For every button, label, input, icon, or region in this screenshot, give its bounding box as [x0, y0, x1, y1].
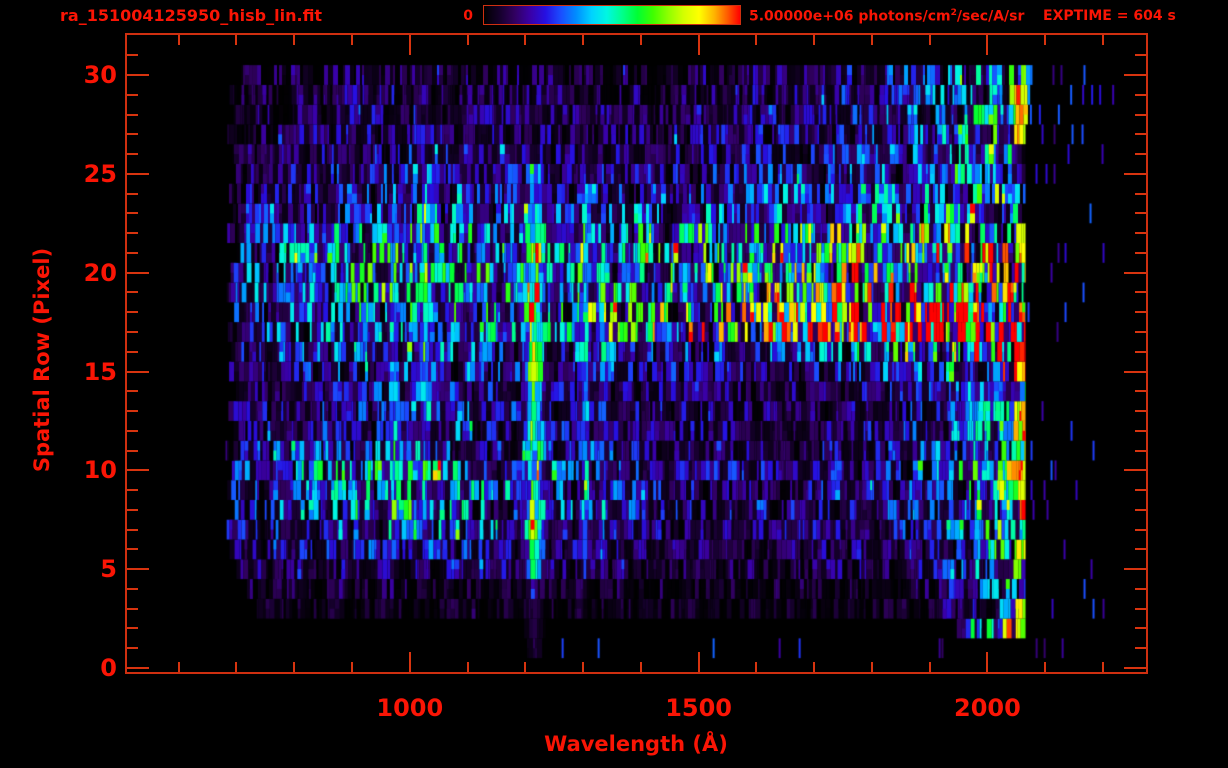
y-tick-label: 25	[37, 160, 117, 188]
colorbar-max-value: 5.00000e+06	[749, 9, 853, 25]
colorbar-max-label: 5.00000e+06 photons/cm2/sec/A/sr	[749, 8, 1024, 25]
x-tick-label: 1500	[665, 694, 732, 722]
spectral-image-viewer: ra_151004125950_hisb_lin.fit 0 5.00000e+…	[0, 0, 1228, 768]
colorbar-units-suffix: /sec/A/sr	[957, 9, 1025, 25]
spectrum-heatmap	[127, 35, 1146, 672]
colorbar-gradient	[483, 5, 741, 25]
exptime-label: EXPTIME = 604 s	[1043, 8, 1176, 24]
y-tick-label: 30	[37, 61, 117, 89]
page-title: ra_151004125950_hisb_lin.fit	[60, 6, 322, 25]
x-tick-label: 2000	[954, 694, 1021, 722]
colorbar-units-prefix: photons/cm	[853, 9, 950, 25]
y-tick-label: 0	[37, 654, 117, 682]
x-tick-label: 1000	[376, 694, 443, 722]
x-axis-title: Wavelength (Å)	[544, 732, 728, 756]
y-axis-title: Spatial Row (Pixel)	[30, 248, 54, 472]
colorbar-min-label: 0	[443, 8, 473, 24]
y-tick-label: 5	[37, 555, 117, 583]
